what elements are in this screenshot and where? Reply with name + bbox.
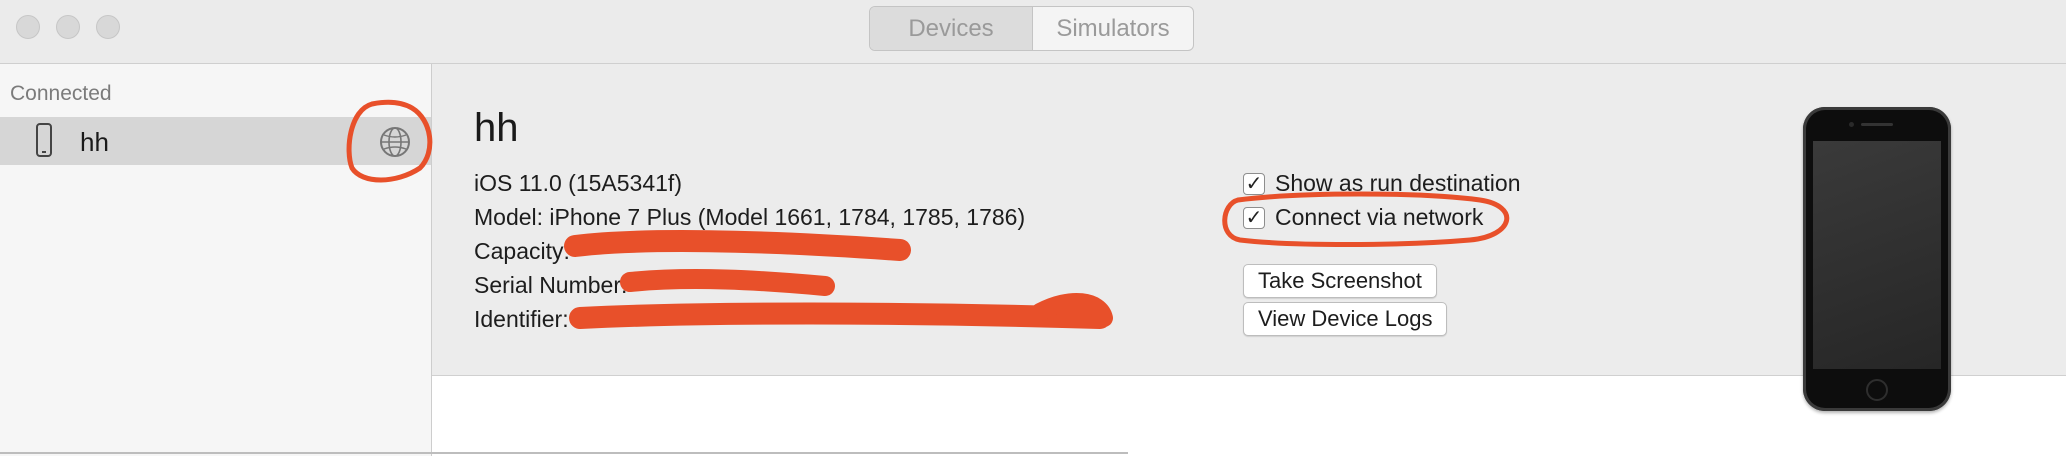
front-camera — [1849, 122, 1854, 127]
globe-icon — [380, 127, 410, 157]
view-device-logs-button[interactable]: View Device Logs — [1243, 302, 1448, 336]
bottom-divider — [0, 452, 1128, 454]
model-text: Model: iPhone 7 Plus (Model 1661, 1784, … — [474, 204, 1026, 230]
device-title: hh — [474, 106, 519, 150]
show-run-destination-option[interactable]: ✓ Show as run destination — [1243, 170, 1521, 197]
show-run-destination-label: Show as run destination — [1275, 170, 1521, 196]
iphone-icon — [36, 123, 52, 157]
close-window-button[interactable] — [16, 15, 40, 39]
minimize-window-button[interactable] — [56, 15, 80, 39]
section-header-connected: Connected — [10, 82, 112, 105]
ios-version-text: iOS 11.0 (15A5341f) — [474, 170, 682, 196]
device-screen — [1813, 141, 1941, 369]
window-titlebar: Devices Simulators — [0, 0, 2066, 64]
devices-simulators-segmented-control: Devices Simulators — [869, 6, 1194, 51]
sidebar-device-row[interactable]: hh — [0, 117, 431, 165]
show-run-destination-checkbox[interactable]: ✓ — [1243, 172, 1265, 195]
capacity-label: Capacity: — [474, 238, 570, 264]
sidebar-device-name: hh — [80, 127, 109, 157]
identifier-label: Identifier: — [474, 306, 569, 332]
device-sidebar: Connected hh — [0, 64, 432, 456]
earpiece-speaker — [1861, 123, 1893, 126]
tab-devices[interactable]: Devices — [870, 7, 1033, 50]
zoom-window-button[interactable] — [96, 15, 120, 39]
home-button — [1866, 379, 1888, 401]
connect-via-network-label: Connect via network — [1275, 204, 1484, 230]
take-screenshot-button[interactable]: Take Screenshot — [1243, 264, 1437, 298]
connect-via-network-option[interactable]: ✓ Connect via network — [1243, 204, 1483, 231]
tab-simulators[interactable]: Simulators — [1033, 7, 1193, 50]
connect-via-network-checkbox[interactable]: ✓ — [1243, 206, 1265, 229]
iphone-device-image — [1803, 107, 1951, 411]
serial-number-label: Serial Number: — [474, 272, 628, 298]
